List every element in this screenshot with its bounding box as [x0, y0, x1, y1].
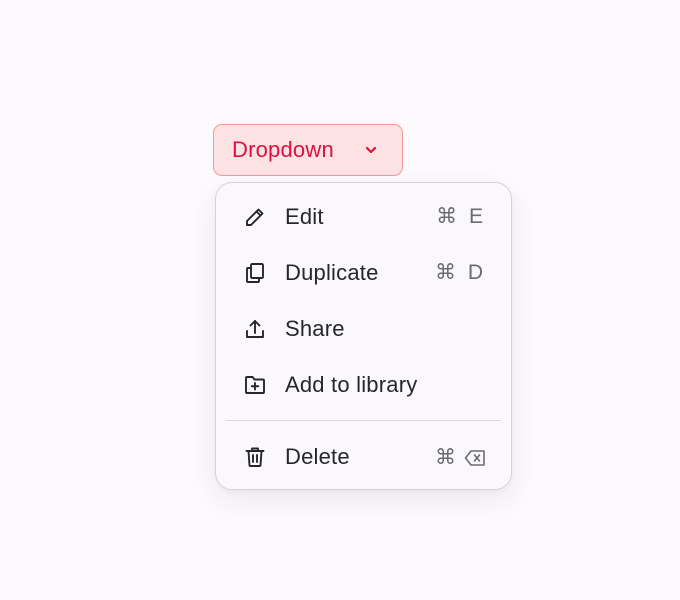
menu-item-duplicate[interactable]: Duplicate ⌘ D	[225, 249, 502, 297]
menu-item-label: Delete	[285, 444, 350, 469]
copy-icon	[243, 261, 267, 285]
dropdown-menu: Edit ⌘ E Duplicate ⌘ D Share Add to libr…	[215, 182, 512, 490]
page: Dropdown Edit ⌘ E Duplicate ⌘ D Share Ad…	[0, 0, 680, 600]
keyboard-shortcut: ⌘ E	[436, 205, 486, 228]
menu-item-label: Add to library	[285, 372, 418, 397]
menu-item-label: Share	[285, 316, 345, 341]
menu-item-add-to-library[interactable]: Add to library	[225, 361, 502, 409]
dropdown-button-label: Dropdown	[232, 137, 334, 162]
menu-item-share[interactable]: Share	[225, 305, 502, 353]
chevron-down-icon	[361, 140, 381, 160]
menu-item-label: Edit	[285, 204, 324, 229]
menu-item-edit[interactable]: Edit ⌘ E	[225, 193, 502, 241]
trash-icon	[243, 445, 267, 469]
dropdown-button[interactable]: Dropdown	[213, 124, 403, 176]
keyboard-shortcut: ⌘ D	[435, 261, 486, 284]
keyboard-shortcut: ⌘	[435, 445, 486, 470]
command-symbol: ⌘	[435, 446, 456, 469]
folder-plus-icon	[243, 373, 267, 397]
pencil-icon	[243, 205, 267, 229]
menu-item-label: Duplicate	[285, 260, 379, 285]
menu-item-delete[interactable]: Delete ⌘	[225, 433, 502, 481]
upload-icon	[243, 317, 267, 341]
menu-divider	[226, 420, 501, 421]
backspace-icon	[464, 448, 486, 468]
